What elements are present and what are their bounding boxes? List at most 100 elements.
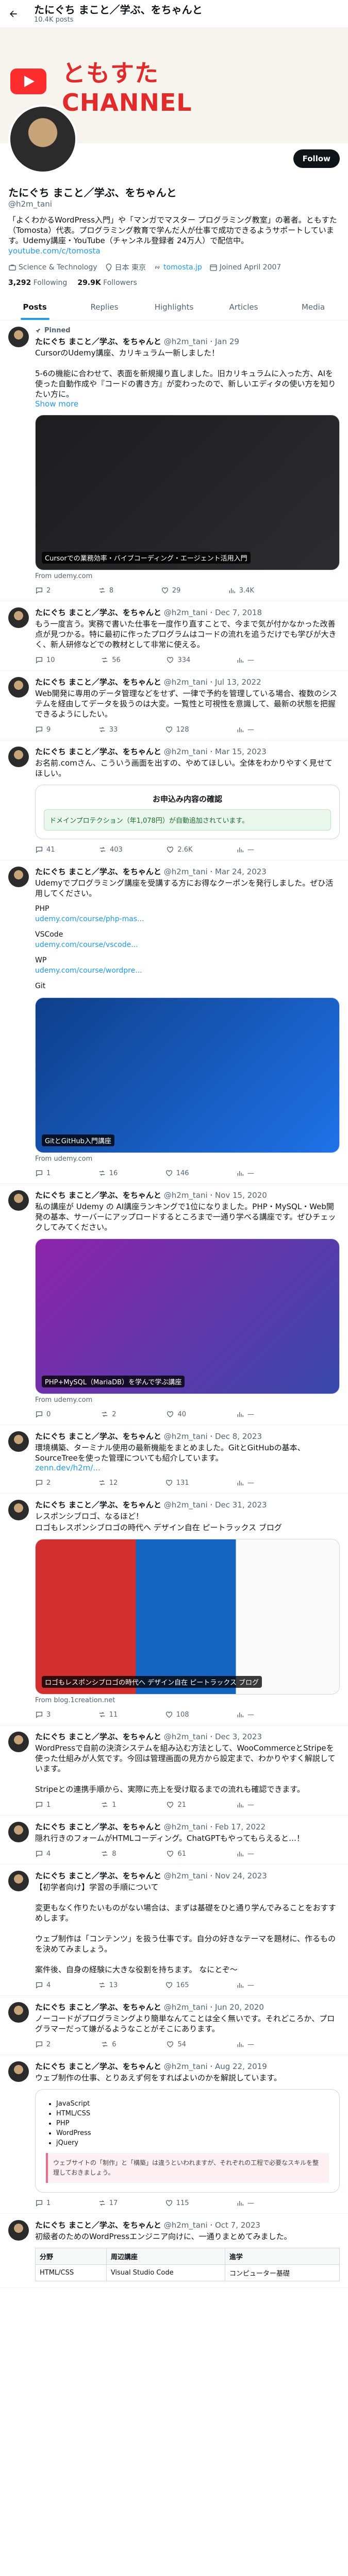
- like-button[interactable]: 165: [165, 1981, 189, 1989]
- tweet-avatar[interactable]: [8, 1732, 29, 1752]
- tweet-date[interactable]: Jun 20, 2020: [215, 2003, 264, 2012]
- card-image[interactable]: [36, 998, 339, 1153]
- embedded-document[interactable]: JavaScriptHTML/CSSPHPWordPressjQuery ウェブサ…: [35, 2089, 340, 2193]
- repost-button[interactable]: 8: [101, 1850, 117, 1858]
- tweet-avatar[interactable]: [8, 2061, 29, 2082]
- like-button[interactable]: 108: [165, 1710, 189, 1719]
- tweet-author-name[interactable]: たにぐち まこと／学ぶ、をちゃんと: [35, 747, 161, 756]
- like-button[interactable]: 146: [165, 1169, 189, 1177]
- card-image[interactable]: [36, 1539, 339, 1694]
- tweet-author-name[interactable]: たにぐち まこと／学ぶ、をちゃんと: [35, 2003, 161, 2012]
- repost-button[interactable]: 12: [98, 1479, 118, 1487]
- tweet-author-name[interactable]: たにぐち まこと／学ぶ、をちゃんと: [35, 1732, 161, 1741]
- like-button[interactable]: 54: [166, 2040, 186, 2048]
- tweet-author-handle[interactable]: @h2m_tani: [164, 867, 208, 876]
- tweet-author-handle[interactable]: @h2m_tani: [164, 337, 208, 346]
- follow-button[interactable]: Follow: [293, 149, 340, 168]
- tweet[interactable]: たにぐち まこと／学ぶ、をちゃんと @h2m_tani · Mar 15, 20…: [0, 740, 348, 860]
- views-button[interactable]: —: [236, 2040, 254, 2048]
- website-item[interactable]: tomosta.jp: [153, 262, 202, 273]
- tweet[interactable]: たにぐち まこと／学ぶ、をちゃんと @h2m_tani · Jul 13, 20…: [0, 671, 348, 740]
- tweet-date[interactable]: Mar 15, 2023: [215, 747, 267, 756]
- tweet-avatar[interactable]: [8, 1822, 29, 1842]
- repost-button[interactable]: 16: [98, 1169, 118, 1177]
- tweet-author-name[interactable]: たにぐち まこと／学ぶ、をちゃんと: [35, 1822, 161, 1832]
- tweet-author-name[interactable]: たにぐち まこと／学ぶ、をちゃんと: [35, 337, 161, 346]
- embedded-screenshot[interactable]: お申込み内容の確認 ドメインプロテクション（年1,078円）が自動追加されています…: [35, 785, 340, 839]
- like-button[interactable]: 115: [165, 2199, 189, 2207]
- tweet-author-handle[interactable]: @h2m_tani: [164, 747, 208, 756]
- card-image[interactable]: [36, 415, 339, 570]
- tweet-link[interactable]: zenn.dev/h2m/...: [35, 1463, 340, 1472]
- tweet-date[interactable]: Dec 7, 2018: [215, 608, 262, 617]
- tweet-date[interactable]: Jan 29: [215, 337, 239, 346]
- back-arrow-icon[interactable]: [8, 9, 19, 19]
- reply-button[interactable]: 1: [35, 1801, 51, 1809]
- views-button[interactable]: 3.4K: [228, 586, 254, 595]
- reply-button[interactable]: 10: [35, 656, 55, 664]
- tweet[interactable]: たにぐち まこと／学ぶ、をちゃんと @h2m_tani · Dec 8, 202…: [0, 1425, 348, 1494]
- media-card[interactable]: Cursorでの業務効率・バイブコーディング・エージェント活用入門: [35, 415, 340, 570]
- views-button[interactable]: —: [236, 1479, 254, 1487]
- like-button[interactable]: 40: [166, 1410, 186, 1418]
- reply-button[interactable]: 3: [35, 1710, 51, 1719]
- views-button[interactable]: —: [236, 1981, 254, 1989]
- views-button[interactable]: —: [236, 1710, 254, 1719]
- tweet-date[interactable]: Nov 15, 2020: [215, 1191, 267, 1200]
- tweet-author-handle[interactable]: @h2m_tani: [164, 2062, 208, 2071]
- tweet-author-name[interactable]: たにぐち まこと／学ぶ、をちゃんと: [35, 1871, 161, 1880]
- like-button[interactable]: 21: [166, 1801, 186, 1809]
- views-button[interactable]: —: [236, 2199, 254, 2207]
- tweet-date[interactable]: Nov 24, 2023: [215, 1871, 267, 1880]
- reply-button[interactable]: 4: [35, 1850, 51, 1858]
- tweet-author-name[interactable]: たにぐち まこと／学ぶ、をちゃんと: [35, 1500, 161, 1510]
- tweet-author-name[interactable]: たにぐち まこと／学ぶ、をちゃんと: [35, 608, 161, 617]
- repost-button[interactable]: 13: [98, 1981, 118, 1989]
- reply-button[interactable]: 2: [35, 1479, 51, 1487]
- tweet-avatar[interactable]: [8, 677, 29, 698]
- tweet-avatar[interactable]: [8, 1431, 29, 1452]
- like-button[interactable]: 61: [166, 1850, 186, 1858]
- tweet-author-handle[interactable]: @h2m_tani: [164, 2003, 208, 2012]
- tweet-author-handle[interactable]: @h2m_tani: [164, 2221, 208, 2230]
- card-source[interactable]: From udemy.com: [35, 1396, 340, 1404]
- tweet-avatar[interactable]: [8, 1871, 29, 1891]
- tweet-author-handle[interactable]: @h2m_tani: [164, 1191, 208, 1200]
- tweet-avatar[interactable]: [8, 1500, 29, 1520]
- avatar[interactable]: [8, 105, 77, 174]
- show-more-link[interactable]: Show more: [35, 399, 340, 409]
- repost-button[interactable]: 6: [101, 2040, 117, 2048]
- media-card[interactable]: PHP+MySQL（MariaDB）を学んで学ぶ講座: [35, 1239, 340, 1394]
- tweet-author-handle[interactable]: @h2m_tani: [164, 608, 208, 617]
- link-url[interactable]: udemy.com/course/vscode...: [35, 940, 340, 950]
- link-url[interactable]: udemy.com/course/php-mas...: [35, 914, 340, 924]
- tweet[interactable]: たにぐち まこと／学ぶ、をちゃんと @h2m_tani · Oct 7, 202…: [0, 2214, 348, 2288]
- tweet-avatar[interactable]: [8, 867, 29, 887]
- bio-link[interactable]: youtube.com/c/tomosta: [8, 246, 101, 256]
- tweet-author-handle[interactable]: @h2m_tani: [164, 1822, 208, 1832]
- tweet-date[interactable]: Dec 3, 2023: [215, 1732, 262, 1741]
- tweet[interactable]: たにぐち まこと／学ぶ、をちゃんと @h2m_tani · Mar 24, 20…: [0, 860, 348, 1184]
- views-button[interactable]: —: [236, 1850, 254, 1858]
- tweet-avatar[interactable]: [8, 607, 29, 628]
- tweet[interactable]: たにぐち まこと／学ぶ、をちゃんと @h2m_tani · Aug 22, 20…: [0, 2055, 348, 2214]
- tweet-avatar[interactable]: [8, 2220, 29, 2241]
- tweet-date[interactable]: Oct 7, 2023: [215, 2221, 260, 2230]
- tab-highlights[interactable]: Highlights: [139, 294, 209, 320]
- reply-button[interactable]: 1: [35, 1169, 51, 1177]
- like-button[interactable]: 128: [165, 725, 189, 734]
- views-button[interactable]: —: [236, 1169, 254, 1177]
- repost-button[interactable]: 17: [98, 2199, 118, 2207]
- repost-button[interactable]: 403: [98, 845, 123, 854]
- tab-articles[interactable]: Articles: [209, 294, 278, 320]
- reply-button[interactable]: 4: [35, 1981, 51, 1989]
- card-source[interactable]: From udemy.com: [35, 572, 340, 580]
- tab-media[interactable]: Media: [278, 294, 348, 320]
- card-source[interactable]: From udemy.com: [35, 1155, 340, 1163]
- tweet-date[interactable]: Feb 17, 2022: [215, 1822, 266, 1832]
- repost-button[interactable]: 56: [101, 656, 121, 664]
- views-button[interactable]: —: [236, 656, 254, 664]
- tweet-date[interactable]: Jul 13, 2022: [215, 677, 261, 687]
- tab-replies[interactable]: Replies: [70, 294, 139, 320]
- link-url[interactable]: udemy.com/course/wordpre...: [35, 965, 340, 976]
